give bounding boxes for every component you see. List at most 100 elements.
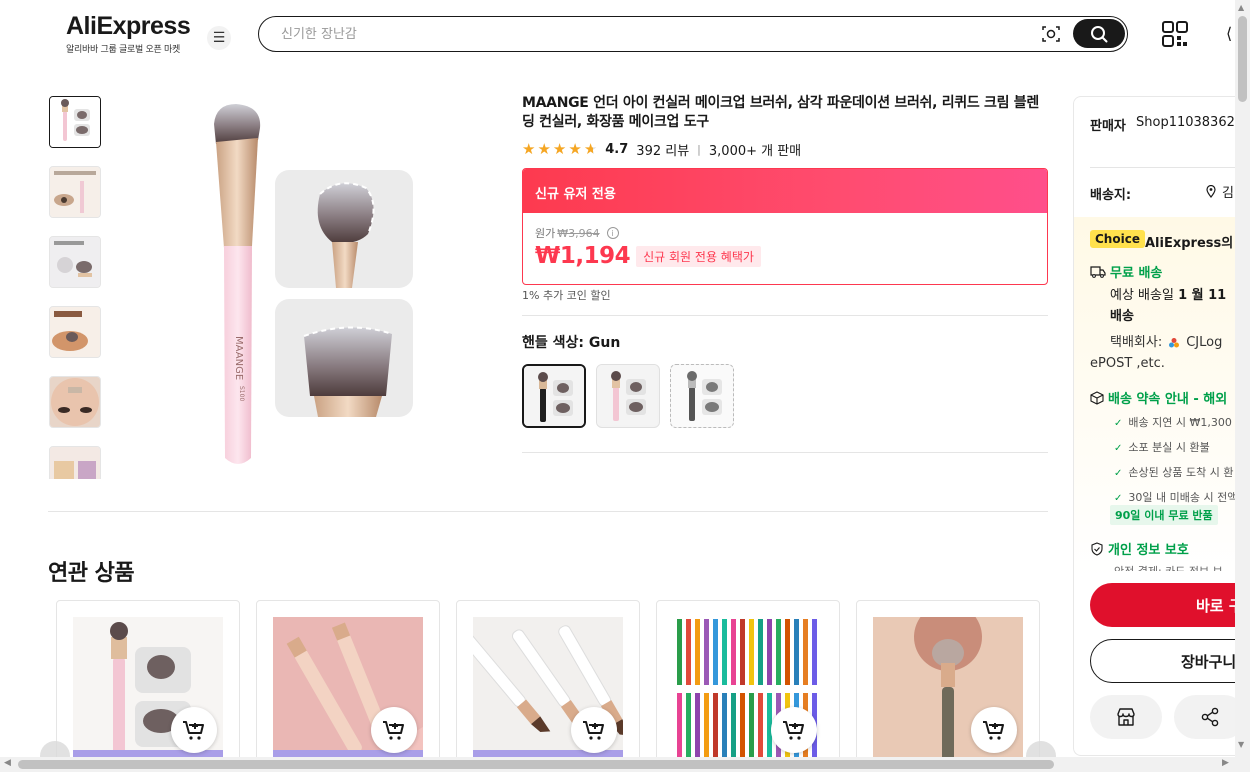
add-to-cart-button[interactable]	[371, 707, 417, 753]
horizontal-scroll-thumb[interactable]	[18, 760, 1054, 769]
delivery-promise[interactable]: 배송 약속 안내 - 해외	[1090, 388, 1227, 407]
search-button[interactable]	[1073, 19, 1125, 48]
current-price: ₩1,194	[535, 243, 631, 269]
promise-item: 배송 지연 시 ₩1,300	[1114, 411, 1237, 436]
star-icon: ★	[552, 140, 567, 158]
coin-discount: 1% 추가 코인 할인	[522, 289, 611, 302]
divider	[522, 452, 1048, 453]
search-icon	[1091, 25, 1108, 42]
choice-badge: Choice	[1090, 230, 1145, 248]
location-pin-icon	[1206, 185, 1216, 198]
related-products-title: 연관 상품	[48, 561, 135, 586]
globe-icon[interactable]: ⟨	[1226, 24, 1232, 43]
courier-info: 택배회사: CJLog ePOST ,etc.	[1090, 332, 1222, 374]
rating-stars: ★ ★ ★ ★ ★	[522, 142, 597, 157]
ship-to-value: 김	[1222, 186, 1234, 201]
star-icon: ★	[568, 140, 582, 158]
eta-date: 1 월 11	[1178, 288, 1227, 303]
courier-more: ePOST ,etc.	[1090, 356, 1165, 371]
related-product-card[interactable]	[456, 600, 640, 772]
thumbnail-3[interactable]	[49, 236, 101, 288]
promise-label: 배송 약속 안내 - 해외	[1108, 392, 1228, 407]
courier-name: CJLog	[1186, 335, 1223, 350]
search-bar	[258, 16, 1128, 52]
scroll-right-arrow-icon[interactable]: ▶	[1222, 758, 1229, 768]
cart-plus-icon	[583, 721, 604, 740]
related-product-card[interactable]	[56, 600, 240, 772]
related-product-card[interactable]	[656, 600, 840, 772]
header: AliExpress 알리바바 그룹 글로벌 오픈 마켓 ☰ 신기한 장난감 ⟨	[0, 0, 1235, 70]
divider	[522, 315, 1048, 316]
thumbnail-5[interactable]	[49, 376, 101, 428]
thumbnail-4[interactable]	[49, 306, 101, 358]
shield-check-icon	[1091, 541, 1103, 556]
delivery-estimate: 예상 배송일 1 월 11 배송	[1110, 285, 1243, 327]
add-to-cart-button[interactable]	[571, 707, 617, 753]
logo-wordmark: AliExpress	[66, 12, 191, 40]
cart-plus-icon	[183, 721, 204, 740]
product-title: MAANGE 언더 아이 컨실러 메이크업 브러쉬, 삼각 파운데이션 브러쉬,…	[522, 95, 1039, 130]
promise-item: 손상된 상품 도착 시 환	[1114, 461, 1237, 486]
seller-name[interactable]: Shop11038362	[1136, 115, 1235, 130]
vertical-scroll-thumb[interactable]	[1238, 16, 1247, 102]
eta-prefix: 예상 배송일	[1110, 288, 1179, 303]
courier-label: 택배회사:	[1110, 335, 1163, 350]
privacy-subtext: 안전 결제: 카드 정보 보	[1114, 563, 1223, 571]
menu-icon[interactable]: ☰	[207, 26, 231, 50]
choice-title: AliExpress의 약	[1145, 236, 1243, 251]
thumbnail-6[interactable]	[49, 446, 101, 479]
main-product-image[interactable]: MAANGE S100	[180, 96, 440, 476]
ship-to-label: 배송지:	[1090, 188, 1132, 203]
swatch-gray[interactable]	[670, 364, 734, 428]
aliexpress-logo[interactable]: AliExpress 알리바바 그룹 글로벌 오픈 마켓	[66, 12, 191, 55]
info-icon[interactable]: i	[606, 227, 619, 239]
privacy-protection[interactable]: 개인 정보 보호	[1090, 539, 1189, 558]
handle-brand-text: MAANGE	[233, 336, 244, 380]
image-search-icon[interactable]	[1041, 24, 1061, 44]
scroll-up-arrow-icon[interactable]: ▲	[1238, 3, 1244, 12]
add-to-cart-button[interactable]	[171, 707, 217, 753]
swatch-gun[interactable]	[522, 364, 586, 428]
search-input[interactable]	[281, 24, 1021, 44]
qr-code-icon[interactable]	[1162, 21, 1188, 47]
original-price: ₩3,964	[557, 226, 600, 240]
review-count[interactable]: 392 리뷰	[636, 140, 689, 159]
vertical-scrollbar[interactable]: ▲ ▼	[1235, 0, 1250, 772]
free-shipping-label: 무료 배송	[1110, 266, 1163, 281]
divider	[48, 511, 1048, 512]
sold-count: 3,000+ 개 판매	[708, 144, 802, 159]
related-product-card[interactable]	[856, 600, 1040, 772]
new-user-promo-box: 신규 유저 전용 원가 ₩3,964 i ₩1,194 신규 회원 전용 혜택가	[522, 168, 1048, 285]
star-icon: ★	[522, 140, 536, 158]
divider	[1090, 167, 1243, 168]
color-swatches	[522, 364, 734, 428]
privacy-label: 개인 정보 보호	[1108, 543, 1189, 558]
free-returns-badge: 90일 이내 무료 반품	[1110, 505, 1218, 525]
related-product-card[interactable]	[256, 600, 440, 772]
star-icon: ★	[537, 140, 551, 158]
store-button[interactable]	[1090, 695, 1162, 739]
thumbnail-2[interactable]	[49, 166, 101, 218]
logo-tagline: 알리바바 그룹 글로벌 오픈 마켓	[66, 45, 180, 55]
buy-now-button[interactable]: 바로 구	[1090, 583, 1243, 627]
horizontal-scrollbar[interactable]: ◀ ▶	[0, 757, 1235, 772]
add-to-cart-button[interactable]: 장바구니	[1090, 639, 1243, 683]
original-price-label: 원가	[535, 227, 556, 240]
scroll-down-arrow-icon[interactable]: ▼	[1238, 740, 1244, 749]
share-icon	[1201, 707, 1219, 727]
ship-to-selector[interactable]: 김	[1206, 182, 1234, 201]
add-to-cart-button[interactable]	[771, 707, 817, 753]
add-to-cart-button[interactable]	[971, 707, 1017, 753]
page: AliExpress 알리바바 그룹 글로벌 오픈 마켓 ☰ 신기한 장난감 ⟨…	[0, 0, 1250, 772]
star-half-icon: ★	[583, 140, 598, 158]
thumbnail-1[interactable]	[49, 96, 101, 148]
swatch-pink[interactable]	[596, 364, 660, 428]
price-row: ₩1,194 신규 회원 전용 혜택가	[535, 243, 1035, 269]
variant-label: 핸들 색상: Gun	[522, 335, 621, 351]
promo-header: 신규 유저 전용	[523, 169, 1047, 213]
promise-list: 배송 지연 시 ₩1,300 소포 분실 시 환불 손상된 상품 도착 시 환 …	[1114, 411, 1237, 511]
truck-icon	[1090, 265, 1106, 278]
thumbnail-list	[48, 96, 104, 479]
scroll-left-arrow-icon[interactable]: ◀	[4, 758, 11, 768]
share-button[interactable]	[1174, 695, 1243, 739]
